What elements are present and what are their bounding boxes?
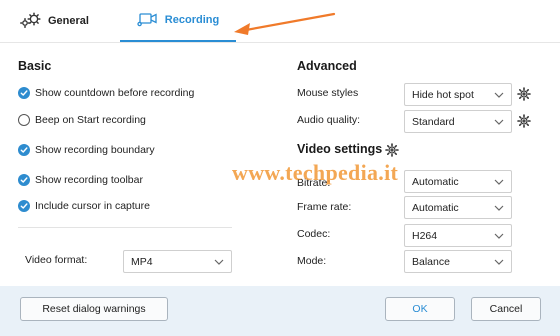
basic-section-title: Basic	[18, 59, 52, 73]
tab-general-label: General	[48, 15, 89, 27]
checked-icon[interactable]	[18, 144, 30, 156]
codec-label: Codec:	[297, 228, 331, 240]
chevron-down-icon	[494, 177, 504, 190]
cancel-button[interactable]: Cancel	[471, 297, 541, 321]
option-show-boundary[interactable]: Show recording boundary	[18, 144, 155, 156]
frame-rate-label: Frame rate:	[297, 201, 352, 213]
bitrate-value: Automatic	[412, 175, 459, 188]
tab-recording-label: Recording	[164, 14, 220, 26]
option-include-cursor[interactable]: Include cursor in capture	[18, 200, 150, 212]
mouse-styles-label: Mouse styles	[297, 87, 359, 99]
ok-button[interactable]: OK	[385, 297, 455, 321]
basic-divider	[18, 227, 232, 228]
bitrate-select[interactable]: Automatic	[404, 170, 512, 193]
option-label: Beep on Start recording	[35, 114, 146, 126]
mouse-styles-value: Hide hot spot	[412, 88, 474, 101]
tab-recording[interactable]: Recording	[120, 0, 236, 42]
option-label: Include cursor in capture	[35, 200, 150, 212]
video-settings-gear-icon[interactable]	[385, 143, 399, 160]
orange-arrow-annotation	[234, 12, 336, 35]
video-settings-section-title: Video settings	[297, 142, 383, 156]
chevron-down-icon	[494, 117, 504, 130]
chevron-down-icon	[494, 203, 504, 216]
watermark-text: www.techpedia.it	[232, 160, 399, 185]
video-format-label: Video format:	[25, 254, 88, 266]
chevron-down-icon	[214, 257, 224, 270]
mode-label: Mode:	[297, 255, 327, 267]
tab-divider	[0, 42, 560, 43]
option-label: Show recording toolbar	[35, 174, 143, 186]
chevron-down-icon	[494, 257, 504, 270]
gears-icon	[20, 11, 42, 31]
option-show-toolbar[interactable]: Show recording toolbar	[18, 174, 143, 186]
option-beep-on-start[interactable]: Beep on Start recording	[18, 114, 146, 126]
checked-icon[interactable]	[18, 174, 30, 186]
option-label: Show recording boundary	[35, 144, 155, 156]
dialog-footer: Reset dialog warnings OK Cancel	[0, 286, 560, 336]
audio-quality-value: Standard	[412, 115, 455, 128]
audio-quality-select[interactable]: Standard	[404, 110, 512, 133]
mouse-styles-select[interactable]: Hide hot spot	[404, 83, 512, 106]
reset-dialog-warnings-button[interactable]: Reset dialog warnings	[20, 297, 168, 321]
codec-select[interactable]: H264	[404, 224, 512, 247]
frame-rate-value: Automatic	[412, 201, 459, 214]
advanced-section-title: Advanced	[297, 59, 357, 73]
video-camera-icon	[137, 11, 159, 30]
tab-general[interactable]: General	[20, 0, 89, 42]
audio-quality-label: Audio quality:	[297, 114, 361, 126]
video-format-value: MP4	[131, 255, 153, 268]
mode-select[interactable]: Balance	[404, 250, 512, 273]
codec-value: H264	[412, 229, 438, 242]
mode-value: Balance	[412, 255, 450, 268]
frame-rate-select[interactable]: Automatic	[404, 196, 512, 219]
video-format-select[interactable]: MP4	[123, 250, 232, 273]
option-show-countdown[interactable]: Show countdown before recording	[18, 87, 194, 99]
checked-icon[interactable]	[18, 200, 30, 212]
unchecked-icon[interactable]	[18, 114, 30, 126]
chevron-down-icon	[494, 231, 504, 244]
checked-icon[interactable]	[18, 87, 30, 99]
chevron-down-icon	[494, 90, 504, 103]
option-label: Show countdown before recording	[35, 87, 195, 99]
mouse-styles-gear-icon[interactable]	[517, 87, 531, 104]
audio-quality-gear-icon[interactable]	[517, 114, 531, 131]
